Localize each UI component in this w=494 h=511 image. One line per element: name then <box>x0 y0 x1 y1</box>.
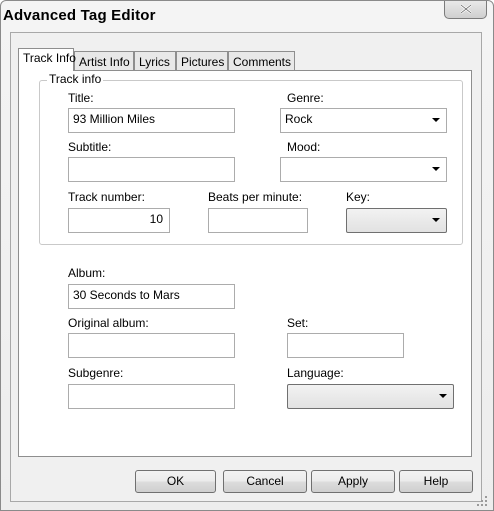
chevron-down-icon <box>439 394 447 398</box>
tab-comments[interactable]: Comments <box>228 51 295 70</box>
track-number-field[interactable]: 10 <box>68 208 170 233</box>
mood-dropdown[interactable] <box>280 157 447 182</box>
genre-dropdown[interactable]: Rock <box>280 108 447 133</box>
subtitle-label: Subtitle: <box>68 140 112 154</box>
window-title: Advanced Tag Editor <box>3 7 156 24</box>
original-album-label: Original album: <box>68 316 149 330</box>
genre-selected-value: Rock <box>285 112 313 126</box>
resize-grip-icon[interactable] <box>476 495 488 507</box>
track-info-group-label: Track info <box>47 72 104 86</box>
title-bar[interactable]: Advanced Tag Editor <box>1 1 493 33</box>
subgenre-field[interactable] <box>68 384 235 409</box>
key-dropdown[interactable] <box>346 208 447 233</box>
bpm-label: Beats per minute: <box>208 190 303 204</box>
tab-pictures[interactable]: Pictures <box>176 51 228 70</box>
ok-button[interactable]: OK <box>135 470 216 493</box>
close-icon <box>460 4 472 14</box>
tab-lyrics[interactable]: Lyrics <box>134 51 176 70</box>
set-field[interactable] <box>287 333 404 358</box>
title-field[interactable]: 93 Million Miles <box>68 108 235 133</box>
help-button[interactable]: Help <box>399 470 473 493</box>
language-label: Language: <box>287 366 344 380</box>
album-label: Album: <box>68 266 106 280</box>
title-label: Title: <box>68 91 94 105</box>
cancel-button[interactable]: Cancel <box>223 470 307 493</box>
chevron-down-icon <box>432 167 440 171</box>
bpm-field[interactable] <box>208 208 308 233</box>
genre-label: Genre: <box>287 91 324 105</box>
subgenre-label: Subgenre: <box>68 366 124 380</box>
key-label: Key: <box>346 190 371 204</box>
close-button[interactable] <box>444 1 487 19</box>
mood-label: Mood: <box>287 140 321 154</box>
tab-artist-info[interactable]: Artist Info <box>74 51 134 70</box>
track-number-label: Track number: <box>68 190 145 204</box>
original-album-field[interactable] <box>68 333 235 358</box>
apply-button[interactable]: Apply <box>311 470 395 493</box>
album-field[interactable]: 30 Seconds to Mars <box>68 284 235 309</box>
subtitle-field[interactable] <box>68 157 235 182</box>
chevron-down-icon <box>432 218 440 222</box>
set-label: Set: <box>287 316 309 330</box>
chevron-down-icon <box>432 118 440 122</box>
tab-track-info[interactable]: Track Info <box>18 48 76 71</box>
language-dropdown[interactable] <box>287 384 454 409</box>
